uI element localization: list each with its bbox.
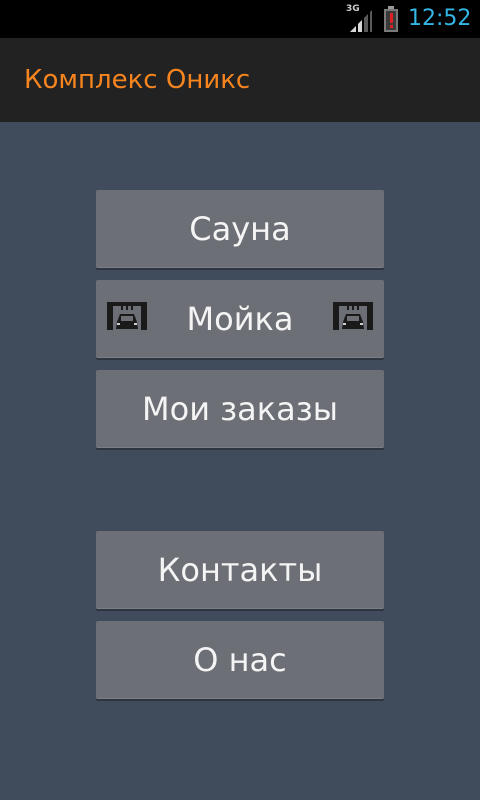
status-clock: 12:52	[408, 6, 472, 31]
sauna-button-label: Сауна	[189, 210, 291, 248]
car-wash-icon	[107, 302, 147, 330]
about-button[interactable]: О нас	[96, 621, 384, 699]
action-bar: Комплекс Оникс	[0, 38, 480, 122]
my-orders-button-label: Мои заказы	[142, 390, 338, 428]
car-wash-icon	[333, 302, 373, 330]
carwash-button-label: Мойка	[186, 300, 294, 338]
signal-icon: 3G	[346, 4, 372, 32]
app-title: Комплекс Оникс	[24, 65, 251, 95]
carwash-button[interactable]: Мойка	[96, 280, 384, 358]
about-button-label: О нас	[193, 641, 287, 679]
sauna-button[interactable]: Сауна	[96, 190, 384, 268]
contacts-button[interactable]: Контакты	[96, 531, 384, 609]
status-bar: 3G 12:52	[0, 0, 480, 38]
my-orders-button[interactable]: Мои заказы	[96, 370, 384, 448]
battery-alert-icon	[383, 6, 399, 32]
contacts-button-label: Контакты	[157, 551, 323, 589]
